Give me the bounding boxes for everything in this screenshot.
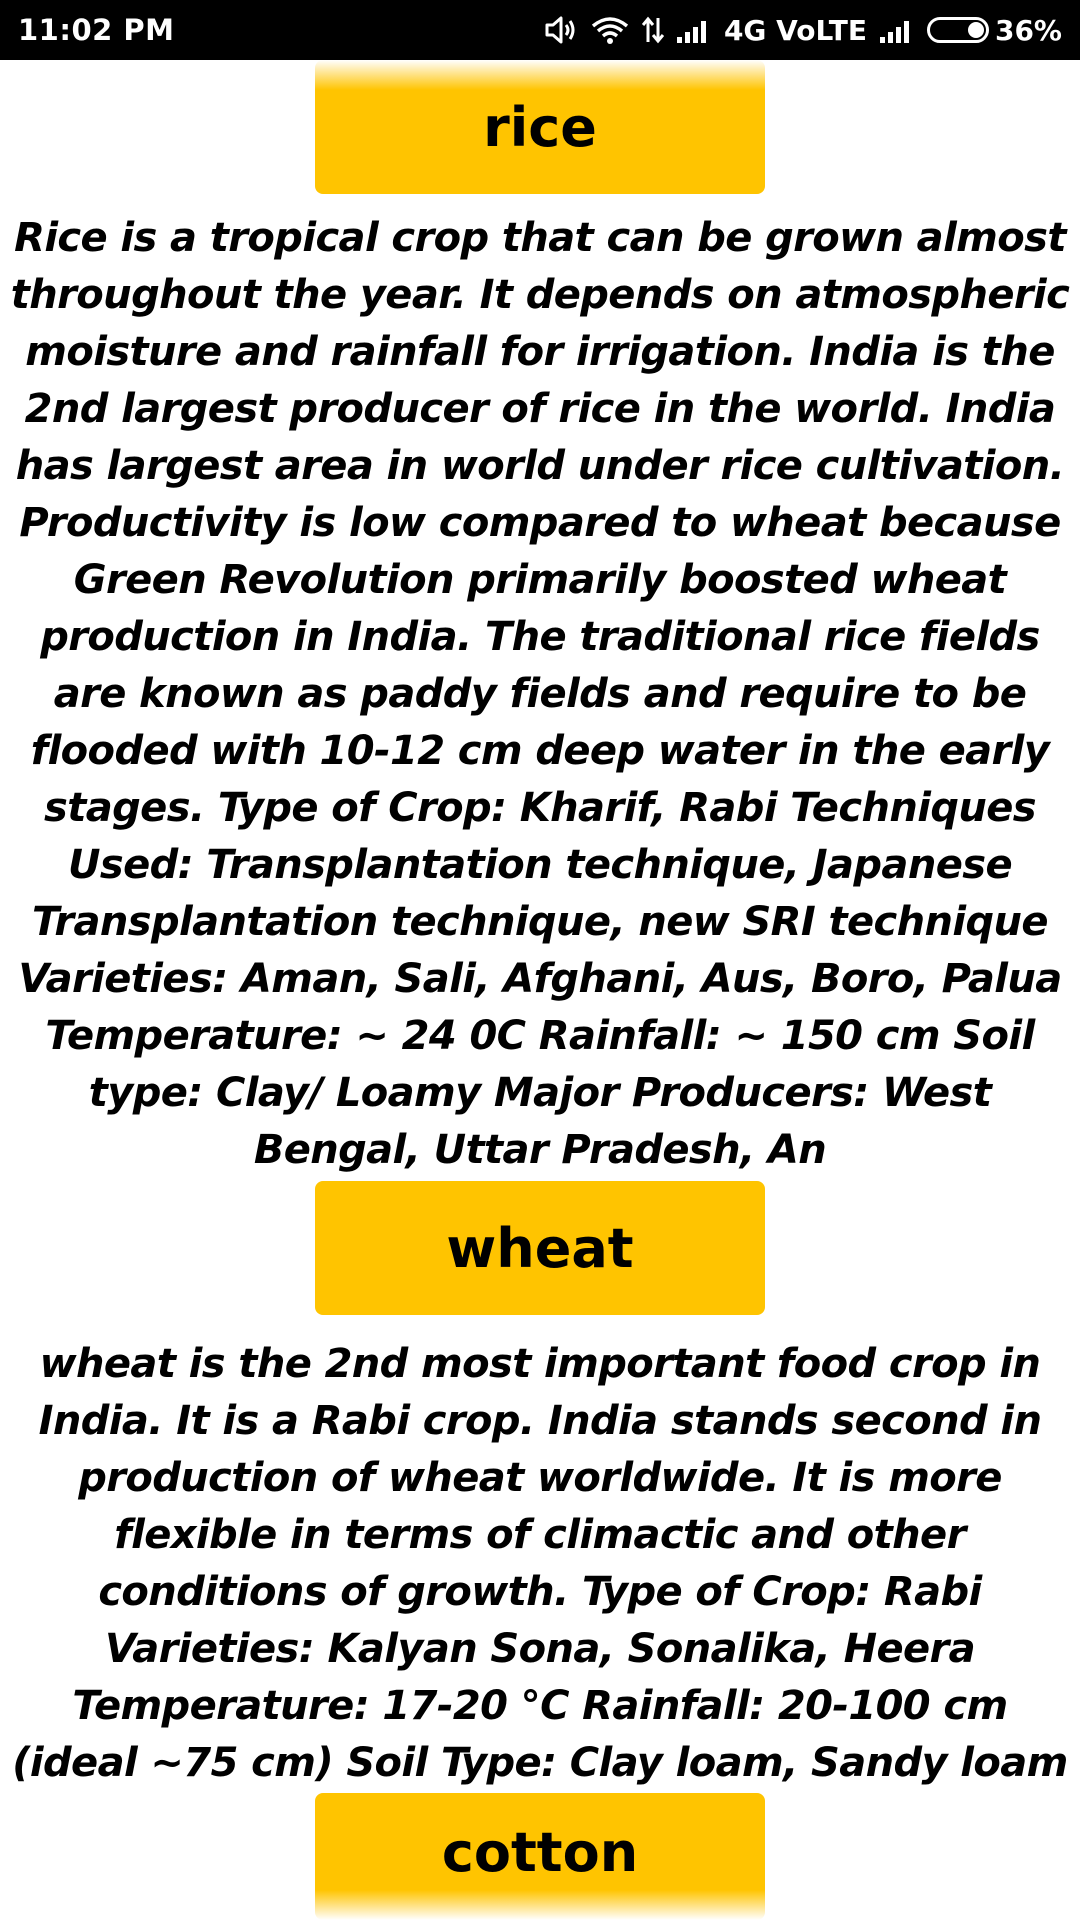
status-bar: 11:02 PM 4G VoLTE 36% (0, 0, 1080, 60)
battery-indicator: 36% (926, 13, 1062, 47)
signal-icon (676, 15, 712, 45)
network-type-label: 4G VoLTE (723, 13, 867, 47)
volume-icon (544, 15, 578, 45)
crop-button-cotton[interactable]: cotton (315, 1793, 765, 1920)
crop-button-rice[interactable]: rice (315, 60, 765, 194)
battery-percent: 36% (994, 13, 1062, 47)
signal-icon (879, 15, 915, 45)
status-icons: 4G VoLTE 36% (544, 14, 1062, 47)
crop-description-rice: Rice is a tropical crop that can be grow… (10, 215, 1070, 1173)
crop-button-wheat[interactable]: wheat (315, 1181, 765, 1315)
data-activity-icon (641, 15, 664, 45)
wifi-icon (590, 15, 630, 45)
crop-description-wheat: wheat is the 2nd most important food cro… (12, 1341, 1068, 1786)
status-time: 11:02 PM (18, 13, 175, 47)
battery-icon (926, 17, 989, 43)
crop-list[interactable]: rice Rice is a tropical crop that can be… (0, 60, 1080, 1920)
